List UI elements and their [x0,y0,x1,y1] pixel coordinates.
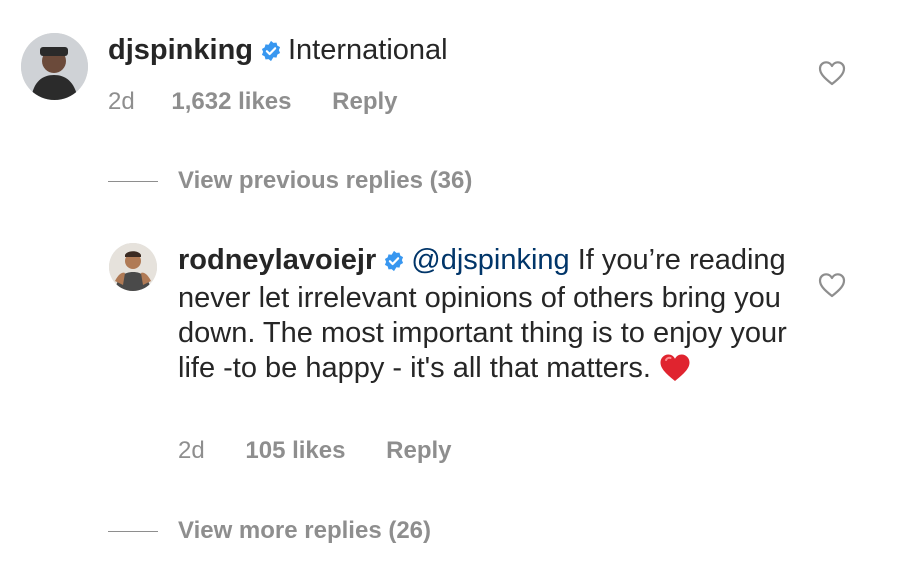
comment-1-meta: 2d 1,632 likes Reply [108,88,398,116]
reply-1-username[interactable]: rodneylavoiejr [178,244,376,276]
thread-divider-line [108,181,158,182]
avatar-image [109,243,157,291]
comment-1-time: 2d [108,88,135,115]
comment-1-username[interactable]: djspinking [108,34,253,66]
verified-badge-icon [383,246,405,281]
view-previous-replies-button[interactable]: View previous replies (36) [178,167,472,195]
reply-1-likes[interactable]: 105 likes [245,437,345,465]
reply-1-mention-link[interactable]: @djspinking [411,244,569,276]
reply-1-time: 2d [178,437,205,464]
heart-outline-icon [818,273,846,298]
comment-1-likes[interactable]: 1,632 likes [171,88,291,116]
red-heart-emoji-icon [659,353,691,392]
view-more-replies-button[interactable]: View more replies (26) [178,517,431,545]
reply-1-body: rodneylavoiejr @djspinking If you’re read… [178,243,798,392]
avatar-image [21,33,88,100]
reply-1-like-button[interactable] [818,272,846,303]
verified-badge-icon [260,36,282,71]
reply-1-meta: 2d 105 likes Reply [178,437,452,465]
comment-1-text: International [288,34,448,66]
avatar-djspinking[interactable] [21,33,88,100]
heart-outline-icon [818,61,846,86]
comment-1-line: djspinking International [108,33,448,71]
avatar-rodneylavoiejr[interactable] [109,243,157,291]
comment-1-like-button[interactable] [818,60,846,91]
comment-1-reply-button[interactable]: Reply [332,88,397,116]
thread-divider-line [108,531,158,532]
reply-1-reply-button[interactable]: Reply [386,437,451,465]
